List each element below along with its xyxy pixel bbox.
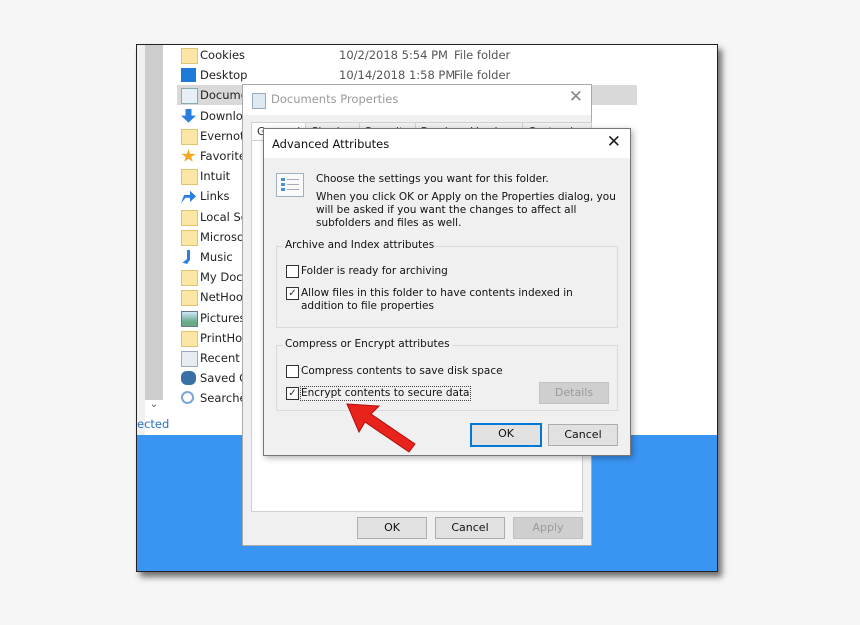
properties-titlebar: Documents Properties ✕ bbox=[243, 85, 591, 115]
close-icon[interactable]: ✕ bbox=[607, 132, 621, 152]
advanced-attributes-dialog: Advanced Attributes ✕ Choose the setting… bbox=[263, 128, 631, 456]
settings-list-icon bbox=[276, 173, 304, 197]
compress-checkbox[interactable] bbox=[286, 365, 299, 378]
compress-label: Compress contents to save disk space bbox=[301, 365, 503, 377]
encrypt-label: Encrypt contents to secure data bbox=[300, 386, 471, 401]
documents-icon bbox=[252, 93, 266, 109]
recent-icon bbox=[181, 351, 198, 367]
music-icon bbox=[182, 250, 190, 264]
archive-index-group: Archive and Index attributes Folder is r… bbox=[276, 239, 618, 328]
properties-cancel-button[interactable]: Cancel bbox=[435, 517, 505, 539]
folder-icon bbox=[181, 128, 198, 145]
advanced-cancel-button[interactable]: Cancel bbox=[548, 424, 618, 446]
explorer-left-edge bbox=[137, 45, 145, 435]
date-modified: 10/2/2018 5:54 PM bbox=[339, 48, 448, 62]
shortcut-folder-icon bbox=[181, 290, 198, 307]
red-arrow-annotation bbox=[346, 403, 416, 453]
indexing-checkbox[interactable]: ✓ bbox=[286, 287, 299, 300]
description-text: When you click OK or Apply on the Proper… bbox=[316, 191, 616, 229]
encrypt-checkbox[interactable]: ✓ bbox=[286, 387, 299, 400]
shortcut-folder-icon bbox=[181, 270, 198, 287]
properties-apply-button[interactable]: Apply bbox=[513, 517, 583, 539]
compress-group-title: Compress or Encrypt attributes bbox=[283, 338, 452, 350]
date-modified: 10/14/2018 1:58 PM bbox=[339, 68, 456, 83]
properties-title: Documents Properties bbox=[271, 92, 399, 106]
shortcut-folder-icon bbox=[181, 330, 198, 347]
folder-icon bbox=[181, 229, 198, 246]
folder-list-item[interactable]: Desktop 10/14/2018 1:58 PM File folder bbox=[177, 65, 637, 85]
folder-name: Desktop bbox=[200, 68, 248, 83]
shortcut-folder-icon bbox=[181, 48, 198, 64]
shortcut-folder-icon bbox=[181, 209, 198, 226]
advanced-title: Advanced Attributes bbox=[272, 137, 390, 151]
saved-games-icon bbox=[181, 371, 196, 386]
properties-ok-button[interactable]: OK bbox=[357, 517, 427, 539]
details-button[interactable]: Details bbox=[539, 382, 609, 404]
folder-icon bbox=[181, 169, 198, 186]
item-type: File folder bbox=[454, 48, 511, 62]
item-type: File folder bbox=[454, 68, 511, 83]
advanced-titlebar: Advanced Attributes ✕ bbox=[264, 129, 630, 158]
folder-name: Recent bbox=[200, 351, 240, 365]
folder-name: Cookies bbox=[200, 48, 246, 62]
links-icon bbox=[181, 190, 196, 204]
star-icon bbox=[181, 149, 196, 162]
status-bar-text: ected bbox=[137, 417, 170, 431]
archive-group-title: Archive and Index attributes bbox=[283, 239, 437, 251]
pictures-icon bbox=[181, 310, 198, 327]
intro-text: Choose the settings you want for this fo… bbox=[316, 173, 549, 185]
search-icon bbox=[181, 391, 194, 405]
downloads-icon bbox=[181, 108, 196, 123]
archiving-checkbox[interactable] bbox=[286, 265, 299, 278]
close-icon[interactable]: ✕ bbox=[569, 87, 583, 107]
scroll-down-icon[interactable]: ⌄ bbox=[145, 397, 163, 413]
arrow-shape bbox=[346, 403, 416, 453]
desktop-icon bbox=[181, 68, 196, 83]
indexing-label: Allow files in this folder to have conte… bbox=[301, 287, 573, 312]
vertical-scrollbar[interactable] bbox=[145, 45, 163, 400]
folder-name: Intuit bbox=[200, 169, 231, 184]
advanced-ok-button[interactable]: OK bbox=[470, 423, 542, 447]
documents-icon bbox=[181, 88, 198, 105]
archiving-label: Folder is ready for archiving bbox=[301, 265, 448, 277]
arrow-head-icon bbox=[346, 403, 416, 453]
folder-list-item[interactable]: Cookies 10/2/2018 5:54 PM File folder bbox=[177, 45, 637, 65]
folder-name: Links bbox=[200, 189, 230, 204]
folder-name: Pictures bbox=[200, 310, 246, 325]
compress-encrypt-group: Compress or Encrypt attributes Compress … bbox=[276, 338, 618, 411]
folder-name: Music bbox=[200, 250, 233, 264]
